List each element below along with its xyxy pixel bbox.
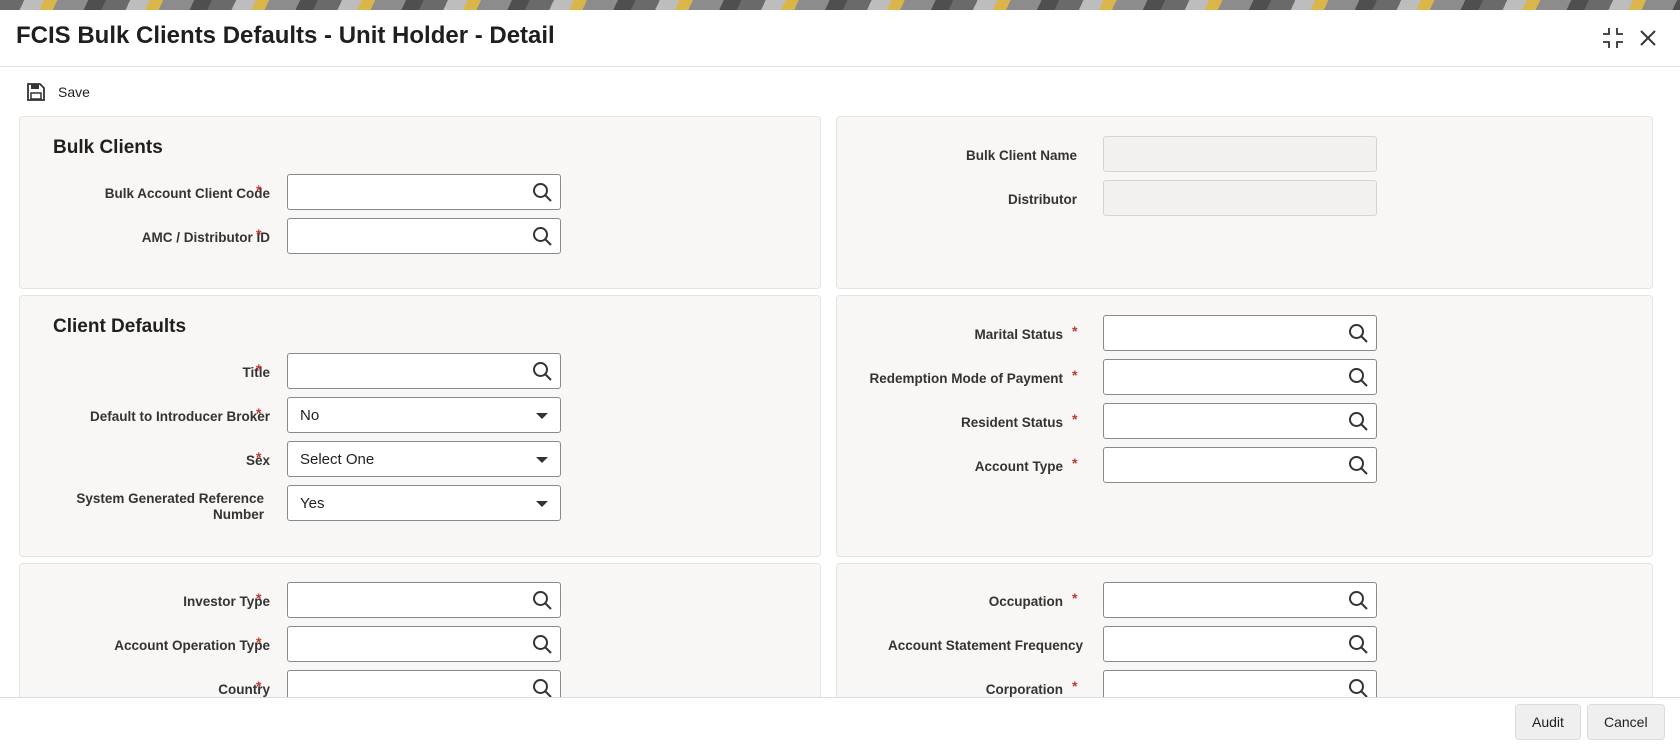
required-marker: *	[256, 405, 262, 421]
sex-select[interactable]: Select One	[287, 441, 561, 477]
resident-status-label: Resident Status	[960, 415, 1063, 430]
title-input[interactable]	[287, 353, 561, 389]
system-generated-ref-value: Yes	[300, 495, 325, 512]
required-marker: *	[256, 361, 262, 377]
window-title: FCIS Bulk Clients Defaults - Unit Holder…	[16, 22, 555, 49]
audit-button[interactable]: Audit	[1515, 704, 1581, 740]
search-icon[interactable]	[1348, 590, 1368, 610]
maximize-icon	[1603, 28, 1623, 48]
search-icon[interactable]	[1348, 367, 1368, 387]
bulk-client-info-panel: Bulk Client Name Distributor	[836, 116, 1653, 289]
system-generated-ref-label-line2: Number	[212, 507, 264, 522]
system-generated-ref-label: System Generated Reference Number	[24, 491, 264, 523]
amc-distributor-id-label: AMC / Distributor ID	[141, 230, 270, 245]
account-type-label: Account Type	[974, 459, 1063, 474]
close-button[interactable]	[1634, 24, 1662, 52]
required-marker: *	[1072, 323, 1078, 339]
floppy-disk-icon	[27, 83, 45, 101]
search-icon[interactable]	[1348, 411, 1368, 431]
footer-bar: Audit Cancel	[0, 697, 1680, 749]
required-marker: *	[1072, 590, 1078, 606]
chevron-down-icon	[536, 413, 548, 419]
required-marker: *	[256, 449, 262, 465]
section-title-bulk-clients: Bulk Clients	[53, 137, 163, 158]
system-generated-ref-select[interactable]: Yes	[287, 485, 561, 521]
sex-label: Sex	[245, 453, 270, 468]
bulk-clients-panel: Bulk Clients Bulk Account Client Code * …	[19, 116, 821, 289]
country-label: Country	[218, 682, 270, 697]
system-generated-ref-label-line1: System Generated Reference	[76, 491, 264, 506]
account-statement-frequency-input[interactable]	[1103, 626, 1377, 662]
account-statement-frequency-label: Account Statement Frequency	[887, 638, 1083, 653]
search-icon[interactable]	[532, 182, 552, 202]
sex-value: Select One	[300, 451, 375, 468]
account-operation-type-label: Account Operation Type	[114, 638, 270, 653]
required-marker: *	[256, 226, 262, 242]
required-marker: *	[1072, 455, 1078, 471]
account-operation-type-input[interactable]	[287, 626, 561, 662]
default-introducer-broker-value: No	[300, 407, 320, 424]
amc-distributor-id-input[interactable]	[287, 218, 561, 254]
default-introducer-broker-label: Default to Introducer Broker	[89, 409, 270, 424]
save-label: Save	[58, 84, 90, 100]
bulk-account-client-code-label: Bulk Account Client Code	[104, 186, 270, 201]
investor-type-label: Investor Type	[183, 594, 270, 609]
default-introducer-broker-select[interactable]: No	[287, 397, 561, 433]
maximize-button[interactable]	[1599, 24, 1627, 52]
client-defaults-right-panel: Marital Status * Redemption Mode of Paym…	[836, 295, 1653, 557]
required-marker: *	[256, 590, 262, 606]
window-title-bar: FCIS Bulk Clients Defaults - Unit Holder…	[0, 10, 1680, 67]
resident-status-input[interactable]	[1103, 403, 1377, 439]
title-label: Title	[242, 365, 270, 380]
bulk-account-client-code-input[interactable]	[287, 174, 561, 210]
chevron-down-icon	[536, 457, 548, 463]
distributor-field	[1103, 180, 1377, 216]
required-marker: *	[1072, 411, 1078, 427]
section-title-client-defaults: Client Defaults	[53, 316, 187, 337]
search-icon[interactable]	[532, 590, 552, 610]
marital-status-input[interactable]	[1103, 315, 1377, 351]
decorative-header-strip	[0, 0, 1680, 10]
required-marker: *	[256, 634, 262, 650]
required-marker: *	[1072, 678, 1078, 694]
search-icon[interactable]	[532, 361, 552, 381]
search-icon[interactable]	[1348, 634, 1368, 654]
chevron-down-icon	[536, 501, 548, 507]
bulk-client-name-field	[1103, 136, 1377, 172]
occupation-input[interactable]	[1103, 582, 1377, 618]
account-type-input[interactable]	[1103, 447, 1377, 483]
occupation-label: Occupation	[988, 594, 1063, 609]
distributor-label: Distributor	[1008, 192, 1077, 207]
close-icon	[1640, 30, 1656, 46]
bulk-client-name-label: Bulk Client Name	[965, 148, 1077, 163]
investor-type-input[interactable]	[287, 582, 561, 618]
search-icon[interactable]	[532, 226, 552, 246]
search-icon[interactable]	[532, 634, 552, 654]
required-marker: *	[256, 182, 262, 198]
required-marker: *	[256, 678, 262, 694]
cancel-button[interactable]: Cancel	[1587, 704, 1665, 740]
search-icon[interactable]	[532, 678, 552, 698]
search-icon[interactable]	[1348, 678, 1368, 698]
search-icon[interactable]	[1348, 455, 1368, 475]
redemption-mode-label: Redemption Mode of Payment	[869, 371, 1063, 386]
search-icon[interactable]	[1348, 323, 1368, 343]
required-marker: *	[1072, 367, 1078, 383]
corporation-label: Corporation	[985, 682, 1063, 697]
marital-status-label: Marital Status	[974, 327, 1063, 342]
save-button[interactable]: Save	[26, 78, 90, 106]
redemption-mode-input[interactable]	[1103, 359, 1377, 395]
